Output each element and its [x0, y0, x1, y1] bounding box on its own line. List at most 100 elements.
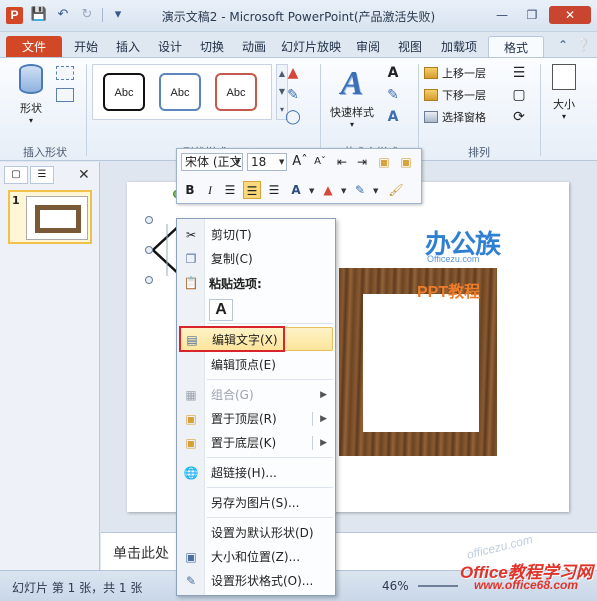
bold-icon[interactable]: B [181, 181, 199, 199]
increase-indent-icon[interactable]: ⇥ [353, 153, 371, 171]
font-name-box[interactable]: 宋体 (正文 [181, 153, 243, 171]
format-painter-icon[interactable]: 🖌 [387, 181, 405, 199]
selection-pane-button[interactable]: 选择窗格 [424, 108, 486, 126]
bring-forward-icon [424, 67, 438, 79]
tab-slideshow[interactable]: 幻灯片放映 [278, 36, 344, 58]
send-backward-button[interactable]: 下移一层 [424, 86, 486, 104]
menu-item-send-to-back[interactable]: ▣ 置于底层(K) ▶ [179, 431, 333, 455]
group-objects-icon[interactable]: ▢ [510, 86, 528, 104]
tab-view[interactable]: 视图 [392, 36, 428, 58]
menu-item-edit-points[interactable]: 编辑顶点(E) [179, 353, 333, 377]
restore-icon[interactable]: ❐ [519, 6, 545, 24]
slides-tab-icon[interactable]: ▢ [4, 166, 28, 184]
grow-font-icon[interactable]: Aˆ [291, 153, 309, 171]
shape-outline-icon[interactable]: ✎ [284, 86, 302, 104]
text-effects-icon[interactable]: A [384, 108, 402, 126]
quick-styles-button[interactable]: A 快速样式 ▾ [326, 66, 378, 130]
shape-style-blue[interactable]: Abc [159, 73, 201, 111]
menu-item-save-as-picture[interactable]: 另存为图片(S)... [179, 491, 333, 515]
menu-item-size-position[interactable]: ▣ 大小和位置(Z)... [179, 545, 333, 569]
wood-frame-inner [363, 294, 479, 432]
shape-fill-icon[interactable]: ▲ [284, 64, 302, 82]
outline-color-icon[interactable]: ✎ [351, 181, 369, 199]
mini-toolbar: 宋体 (正文 ▼ 18 ▼ Aˆ Aˇ ⇤ ⇥ ▣ ▣ B I ☰ ☰ ☰ A … [176, 148, 422, 204]
tab-addins[interactable]: 加载项 [434, 36, 484, 58]
help-icon[interactable]: ❔ [576, 38, 591, 52]
resize-handle[interactable] [145, 246, 153, 254]
send-backward-label: 下移一层 [442, 89, 486, 102]
quick-styles-label: 快速样式 [330, 106, 374, 119]
context-menu: ✂ 剪切(T) ❐ 复制(C) 📋 粘贴选项: A ▤ 编辑文字(X) 编辑顶点… [176, 218, 336, 596]
menu-item-copy[interactable]: ❐ 复制(C) [179, 247, 333, 271]
shape-effects-icon[interactable]: ◯ [284, 108, 302, 126]
shapes-button[interactable]: 形状 ▾ [10, 64, 52, 125]
tab-design[interactable]: 设计 [152, 36, 188, 58]
site-watermark: Office教程学习网 www.office68.com [446, 558, 594, 598]
align-icon[interactable]: ☰ [510, 64, 528, 82]
arrange-back-icon[interactable]: ▣ [397, 153, 415, 171]
group-separator [418, 64, 419, 156]
collapse-ribbon-icon[interactable]: ⌃ [558, 38, 568, 52]
tab-file[interactable]: 文件 [6, 36, 62, 58]
resize-handle[interactable] [145, 216, 153, 224]
menu-item-set-default-shape[interactable]: 设置为默认形状(D) [179, 521, 333, 545]
slide-counter: 幻灯片 第 1 张，共 1 张 [12, 581, 143, 595]
menu-item-cut[interactable]: ✂ 剪切(T) [179, 223, 333, 247]
tab-format[interactable]: 格式 [488, 36, 544, 58]
text-box-icon[interactable] [56, 88, 74, 102]
close-icon[interactable]: ✕ [549, 6, 591, 24]
tab-animations[interactable]: 动画 [236, 36, 272, 58]
chevron-down-icon[interactable]: ▼ [279, 158, 284, 166]
decrease-indent-icon[interactable]: ⇤ [333, 153, 351, 171]
menu-item-format-shape[interactable]: ✎ 设置形状格式(O)... [179, 569, 333, 593]
align-right-icon[interactable]: ☰ [265, 181, 283, 199]
shrink-font-icon[interactable]: Aˇ [311, 153, 329, 171]
submenu-arrow-icon[interactable]: ▶ [320, 431, 327, 455]
font-color-icon[interactable]: A [287, 181, 305, 199]
group-icon: ▦ [185, 388, 197, 402]
bring-forward-button[interactable]: 上移一层 [424, 64, 486, 82]
submenu-arrow-icon[interactable]: ▶ [320, 407, 327, 431]
italic-icon[interactable]: I [201, 181, 219, 199]
align-left-icon[interactable]: ☰ [221, 181, 239, 199]
send-backward-icon [424, 89, 438, 101]
tab-home[interactable]: 开始 [68, 36, 104, 58]
group-separator [86, 64, 87, 156]
ribbon: 形状 ▾ 插入形状 Abc Abc Abc ▲▼▾ ▲ ✎ ◯ 形状样式 A 快… [0, 57, 597, 161]
arrange-front-icon[interactable]: ▣ [375, 153, 393, 171]
text-fill-icon[interactable]: A [384, 64, 402, 82]
paste-keep-text-button[interactable]: A [209, 299, 233, 321]
rotate-icon[interactable]: ⟳ [510, 108, 528, 126]
chevron-down-icon: ▾ [28, 116, 33, 125]
watermark-url: www.office68.com [474, 578, 579, 592]
chevron-down-icon[interactable]: ▼ [309, 187, 314, 195]
bring-forward-label: 上移一层 [442, 67, 486, 80]
menu-separator [207, 457, 333, 458]
chevron-down-icon[interactable]: ▼ [235, 158, 240, 166]
align-center-icon[interactable]: ☰ [243, 181, 261, 199]
size-button[interactable]: 大小 ▾ [546, 64, 582, 121]
edit-shape-icon[interactable] [56, 66, 74, 80]
shapes-label: 形状 [20, 102, 42, 115]
menu-separator [207, 487, 333, 488]
menu-item-bring-to-front[interactable]: ▣ 置于顶层(R) ▶ [179, 407, 333, 431]
shape-style-black[interactable]: Abc [103, 73, 145, 111]
tab-transitions[interactable]: 切换 [194, 36, 230, 58]
chevron-down-icon[interactable]: ▼ [373, 187, 378, 195]
slide-thumbnail[interactable]: 1 [8, 190, 92, 244]
resize-handle[interactable] [145, 276, 153, 284]
zoom-level[interactable]: 46% [382, 579, 409, 593]
tab-insert[interactable]: 插入 [110, 36, 146, 58]
shape-style-red[interactable]: Abc [215, 73, 257, 111]
tab-review[interactable]: 审阅 [350, 36, 386, 58]
size-position-icon: ▣ [185, 550, 197, 564]
chevron-down-icon[interactable]: ▼ [341, 187, 346, 195]
minimize-icon[interactable]: — [489, 6, 515, 24]
menu-label: 复制(C) [211, 252, 253, 266]
fill-color-icon[interactable]: ▲ [319, 181, 337, 199]
text-outline-icon[interactable]: ✎ [384, 86, 402, 104]
menu-label: 超链接(H)... [211, 466, 277, 480]
menu-item-hyperlink[interactable]: 🌐 超链接(H)... [179, 461, 333, 485]
close-panel-icon[interactable]: ✕ [78, 167, 90, 183]
outline-tab-icon[interactable]: ☰ [30, 166, 54, 184]
